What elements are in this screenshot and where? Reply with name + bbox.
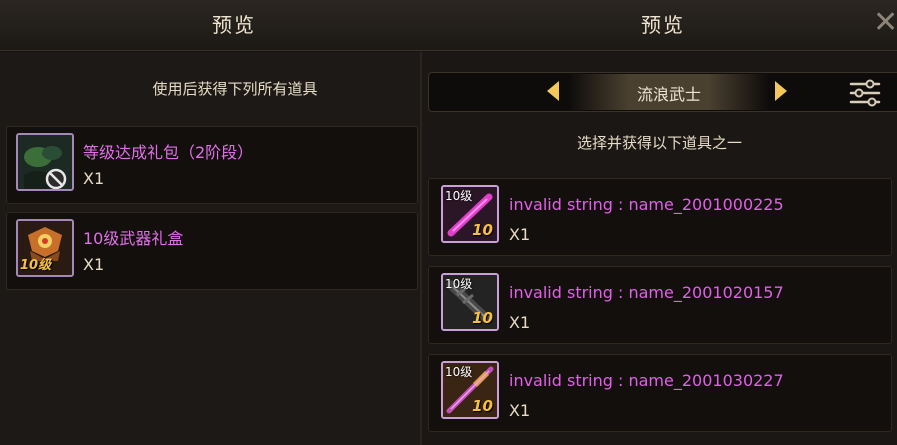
item-quantity: X1 — [83, 169, 105, 188]
close-icon: ✕ — [873, 5, 897, 40]
next-class-arrow-icon[interactable] — [775, 81, 787, 101]
weapon-quantity: X1 — [509, 225, 531, 244]
left-subtitle: 使用后获得下列所有道具 — [152, 80, 318, 98]
level-tag: 10级 — [445, 277, 473, 291]
class-selector: 流浪武士 — [428, 72, 897, 112]
left-panel-title: 预览 — [212, 13, 256, 37]
previous-class-arrow-icon[interactable] — [547, 81, 559, 101]
close-button[interactable]: ✕ — [873, 8, 897, 38]
level-tag: 10级 — [445, 365, 473, 379]
right-panel-title: 预览 — [641, 13, 685, 37]
gift-pack-disabled-icon — [16, 133, 74, 191]
pink-sword-icon: 10级 10 — [441, 185, 499, 243]
weapon-box-icon: 10级 — [16, 219, 74, 277]
right-panel: 流浪武士 选择并获得以下道具之一 10级 10 invalid string:… — [422, 52, 897, 445]
level-number: 10 — [472, 397, 493, 415]
item-quantity: X1 — [83, 255, 105, 274]
list-item[interactable]: 10级 10级武器礼盒 X1 — [6, 212, 418, 290]
level-number: 10 — [472, 221, 493, 239]
weapon-option-row[interactable]: 10级 10 invalid string : name_2001000225 … — [428, 178, 892, 256]
weapon-name: invalid string : name_2001030227 — [509, 371, 784, 390]
level-number: 10 — [472, 309, 493, 327]
weapon-name: invalid string : name_2001000225 — [509, 195, 784, 214]
weapon-name: invalid string : name_2001020157 — [509, 283, 784, 302]
level-tag: 10级 — [445, 189, 473, 203]
weapon-quantity: X1 — [509, 401, 531, 420]
item-badge: 10级 — [20, 258, 52, 273]
window-header: 预览 预览 ✕ — [0, 0, 897, 51]
weapon-option-row[interactable]: 10级 10 invalid string : name_2001020157 … — [428, 266, 892, 344]
class-name: 流浪武士 — [636, 85, 701, 104]
dark-blade-icon: 10级 10 — [441, 273, 499, 331]
weapon-quantity: X1 — [509, 313, 531, 332]
list-item[interactable]: 等级达成礼包（2阶段） X1 — [6, 126, 418, 204]
left-panel: 使用后获得下列所有道具 等级达成礼包（2阶段） X1 10级 10级武器礼盒 X… — [0, 52, 422, 445]
item-name: 等级达成礼包（2阶段） — [83, 143, 254, 162]
filter-sliders-icon[interactable] — [849, 79, 881, 107]
weapon-option-row[interactable]: 10级 10 invalid string : name_2001030227 … — [428, 354, 892, 432]
item-name: 10级武器礼盒 — [83, 229, 184, 248]
right-subtitle: 选择并获得以下道具之一 — [576, 134, 742, 152]
golden-spear-icon: 10级 10 — [441, 361, 499, 419]
